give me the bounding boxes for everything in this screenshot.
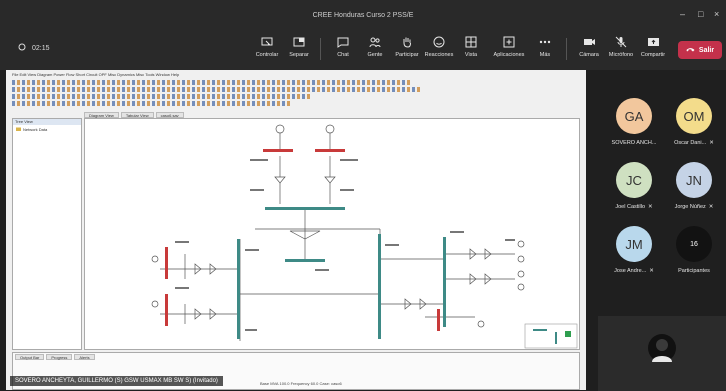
presenter-name-tag: SOVERO ANCHEYTA, GUILLERMO (S) GSW USMAX… [10,376,223,386]
app-toolbar-row [12,87,422,92]
mic-off-icon: ✕ [708,204,714,210]
alerts-tab[interactable]: Alerts [74,354,95,360]
participant-name: Jorge Núñez [674,204,706,210]
participant-tile[interactable]: GA SOVERO ANCH... [604,94,664,154]
self-view-tile [598,316,726,391]
shared-screen: File Edit View Diagram Power Flow Short … [6,70,586,390]
control-icon [260,36,274,48]
diagram-drawing [151,124,578,349]
meeting-toolbar: 02:15 Controlar Separar Chat Gente Parti… [0,30,726,70]
progress-tab[interactable]: Progress [46,354,73,360]
app-toolbar-row [12,80,412,85]
toolbar-divider [320,38,321,60]
ellipsis-icon [538,36,552,48]
diagram-overview-thumbnail [524,323,578,349]
close-icon[interactable]: × [714,9,719,19]
tree-item[interactable]: Network Data [13,125,81,134]
camera-off-icon [582,36,596,48]
leave-button[interactable]: Salir [678,41,722,59]
app-status-bar: Base MVA 100.0 Frequency 60.0 Case: caso… [260,381,342,386]
participant-name: Jose Andre... [614,268,647,274]
avatar: JC [616,162,652,198]
view-button[interactable]: Vista [452,34,490,66]
avatar: JM [616,226,652,262]
mic-off-icon [614,36,628,48]
participant-tile[interactable]: JM Jose Andre... ✕ [604,222,664,282]
people-icon [368,36,382,48]
window-title: CREE Honduras Curso 2 PSS/E [312,11,414,19]
participants-panel: GA SOVERO ANCH... OM Oscar Dani... ✕ JC J… [598,70,726,314]
shield-icon [18,43,26,53]
participants-label: Participantes [678,268,710,274]
app-toolbar-row [12,101,292,106]
hand-icon [400,36,414,48]
self-video-thumbnail [648,334,676,362]
participant-name: Joel Castillo [615,204,646,210]
avatar: OM [676,98,712,134]
grid-icon [464,36,478,48]
participant-count-badge: 16 [676,226,712,262]
mic-off-icon: ✕ [709,140,714,146]
minimize-icon[interactable]: – [680,9,685,19]
mic-off-icon: ✕ [649,268,654,274]
toolbar-divider [566,38,567,60]
folder-icon [16,127,21,132]
teal-bus-bars [237,207,446,339]
popout-icon [292,36,306,48]
meeting-timer: 02:15 [18,43,50,53]
timer-text: 02:15 [32,44,50,52]
phone-hangup-icon [686,47,695,54]
mic-off-icon: ✕ [648,204,653,210]
avatar: JN [676,162,712,198]
chat-icon [336,36,350,48]
participant-tile[interactable]: JN Jorge Núñez ✕ [664,158,724,218]
app-menu-bar: File Edit View Diagram Power Flow Short … [12,72,180,77]
plus-box-icon [502,36,516,48]
maximize-icon[interactable]: □ [698,9,703,19]
more-button[interactable]: Más [526,34,564,66]
participant-tile[interactable]: JC Joel Castillo ✕ [604,158,664,218]
participant-name: SOVERO ANCH... [611,140,657,146]
participants-overflow-tile[interactable]: 16 Participantes [664,222,724,282]
apps-button[interactable]: Aplicaciones [490,34,528,66]
window-title-bar: CREE Honduras Curso 2 PSS/E – □ × [0,0,726,30]
share-screen-icon [646,36,660,48]
participant-name: Oscar Dani... [674,140,707,146]
share-button[interactable]: Compartir [634,34,672,66]
single-line-diagram[interactable] [84,118,580,350]
smiley-icon [432,36,446,48]
avatar: GA [616,98,652,134]
separate-button[interactable]: Separar [280,34,318,66]
output-tab[interactable]: Output Bar [15,354,45,360]
participant-tile[interactable]: OM Oscar Dani... ✕ [664,94,724,154]
app-toolbar-row [12,94,312,99]
tree-view-panel: Tree View Network Data [12,118,82,350]
